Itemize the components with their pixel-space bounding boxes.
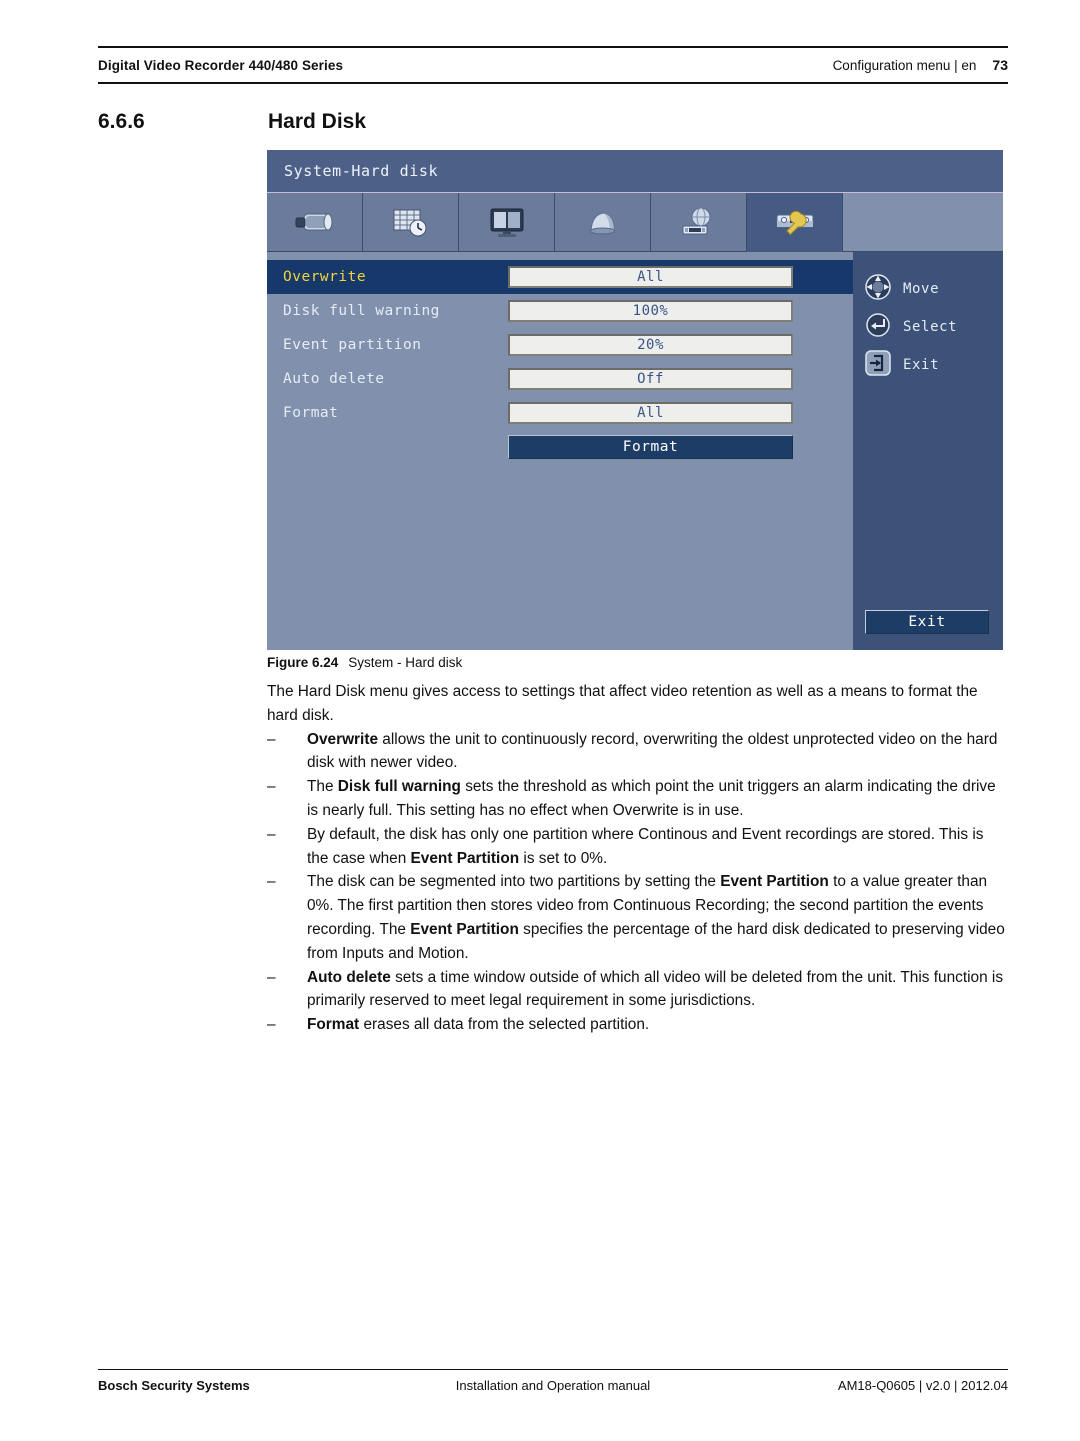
dpad-icon <box>863 272 893 306</box>
list-item-text: The disk can be segmented into two parti… <box>307 873 1005 962</box>
dvr-window-title: System-Hard disk <box>267 150 1003 192</box>
setting-label-format: Format <box>283 405 339 421</box>
list-item-text: Auto delete sets a time window outside o… <box>307 968 1004 1010</box>
bullet-marker: – <box>267 873 276 891</box>
page-title: Hard Disk <box>268 110 367 133</box>
bullet-marker: – <box>267 1016 276 1034</box>
section-number: 6.6.6 <box>98 110 145 133</box>
bullet-marker: – <box>267 825 276 843</box>
section-heading: 6.6.6 Hard Disk <box>98 110 1008 134</box>
header-document-title: Digital Video Recorder 440/480 Series <box>98 57 344 73</box>
figure-caption: Figure 6.24 System - Hard disk <box>267 655 462 670</box>
legend-label-exit: Exit <box>903 357 940 373</box>
footer-manual-title: Installation and Operation manual <box>455 1378 651 1393</box>
list-item: – Format erases all data from the selecte… <box>267 1013 1007 1037</box>
setting-value-event-partition[interactable]: 20% <box>508 334 793 356</box>
header-section-label: Configuration menu | en <box>832 57 977 73</box>
list-item-text: By default, the disk has only one partit… <box>307 825 984 867</box>
format-button[interactable]: Format <box>508 435 793 459</box>
setting-value-format[interactable]: All <box>508 402 793 424</box>
list-item-text: Format erases all data from the selected… <box>307 1016 650 1034</box>
setting-row-auto-delete[interactable]: Auto delete Off <box>267 362 853 396</box>
legend-item-exit: Exit <box>863 346 1003 384</box>
tab-network[interactable] <box>651 193 747 252</box>
list-item: – The Disk full warning sets the threshol… <box>267 775 1007 823</box>
figure-caption-text: System - Hard disk <box>348 655 463 670</box>
setting-row-format[interactable]: Format All <box>267 396 853 430</box>
tab-schedule[interactable] <box>363 193 459 252</box>
schedule-calendar-clock-icon <box>390 206 432 238</box>
enter-key-icon <box>863 310 893 344</box>
format-action-row: Format <box>267 430 853 464</box>
tab-event[interactable] <box>555 193 651 252</box>
legend-item-select: Select <box>863 308 1003 346</box>
list-item: – Overwrite allows the unit to continuous… <box>267 728 1007 776</box>
dvr-toolbar <box>267 192 1003 252</box>
network-globe-icon <box>677 206 721 238</box>
bullet-marker: – <box>267 778 276 796</box>
dvr-window: System-Hard disk Overwrite All Disk full… <box>267 150 1003 650</box>
list-item: – By default, the disk has only one parti… <box>267 823 1007 871</box>
page-header: Digital Video Recorder 440/480 Series Co… <box>98 46 1008 84</box>
alarm-siren-icon <box>583 207 623 237</box>
list-item-text: Overwrite allows the unit to continuousl… <box>307 730 998 772</box>
setting-value-disk-full-warning[interactable]: 100% <box>508 300 793 322</box>
dvr-screenshot-figure: System-Hard disk Overwrite All Disk full… <box>267 150 1003 650</box>
legend-list: Move Select Exit <box>853 252 1003 384</box>
bullet-marker: – <box>267 730 276 748</box>
bullet-list: – Overwrite allows the unit to continuous… <box>267 728 1007 1037</box>
tab-camera[interactable] <box>267 193 363 252</box>
dvr-body: Overwrite All Disk full warning 100% Eve… <box>267 252 1003 650</box>
dvr-legend-sidebar: Move Select Exit Exit <box>853 252 1003 650</box>
legend-label-move: Move <box>903 281 940 297</box>
tab-system[interactable] <box>747 193 843 252</box>
setting-label-event-partition: Event partition <box>283 337 422 353</box>
intro-paragraph: The Hard Disk menu gives access to setti… <box>267 683 978 724</box>
setting-label-overwrite: Overwrite <box>283 269 367 285</box>
camera-icon <box>292 207 338 237</box>
display-monitor-icon <box>487 206 527 238</box>
exit-arrow-icon <box>863 348 893 382</box>
legend-item-move: Move <box>863 270 1003 308</box>
body-text: The Hard Disk menu gives access to setti… <box>267 680 1007 1037</box>
list-item-text: The Disk full warning sets the threshold… <box>307 778 996 819</box>
setting-value-auto-delete[interactable]: Off <box>508 368 793 390</box>
list-item: – Auto delete sets a time window outside … <box>267 966 1007 1014</box>
setting-label-disk-full-warning: Disk full warning <box>283 303 440 319</box>
bullet-marker: – <box>267 968 276 986</box>
list-item: – The disk can be segmented into two part… <box>267 870 1007 965</box>
setting-row-event-partition[interactable]: Event partition 20% <box>267 328 853 362</box>
toolbar-spacer <box>843 193 1003 252</box>
footer-company: Bosch Security Systems <box>98 1378 250 1393</box>
setting-label-auto-delete: Auto delete <box>283 371 385 387</box>
exit-button[interactable]: Exit <box>865 610 989 634</box>
page-number: 73 <box>992 57 1008 73</box>
header-right-group: Configuration menu | en 73 <box>833 57 1008 73</box>
setting-row-overwrite[interactable]: Overwrite All <box>267 260 853 294</box>
setting-value-overwrite[interactable]: All <box>508 266 793 288</box>
settings-panel: Overwrite All Disk full warning 100% Eve… <box>267 252 853 650</box>
setting-row-disk-full-warning[interactable]: Disk full warning 100% <box>267 294 853 328</box>
legend-label-select: Select <box>903 319 958 335</box>
tab-display[interactable] <box>459 193 555 252</box>
figure-caption-label: Figure 6.24 <box>267 655 339 670</box>
footer-document-code: AM18-Q0605 | v2.0 | 2012.04 <box>837 1378 1008 1393</box>
page-footer: Bosch Security Systems Installation and … <box>98 1369 1008 1393</box>
wrench-system-icon <box>771 207 819 237</box>
